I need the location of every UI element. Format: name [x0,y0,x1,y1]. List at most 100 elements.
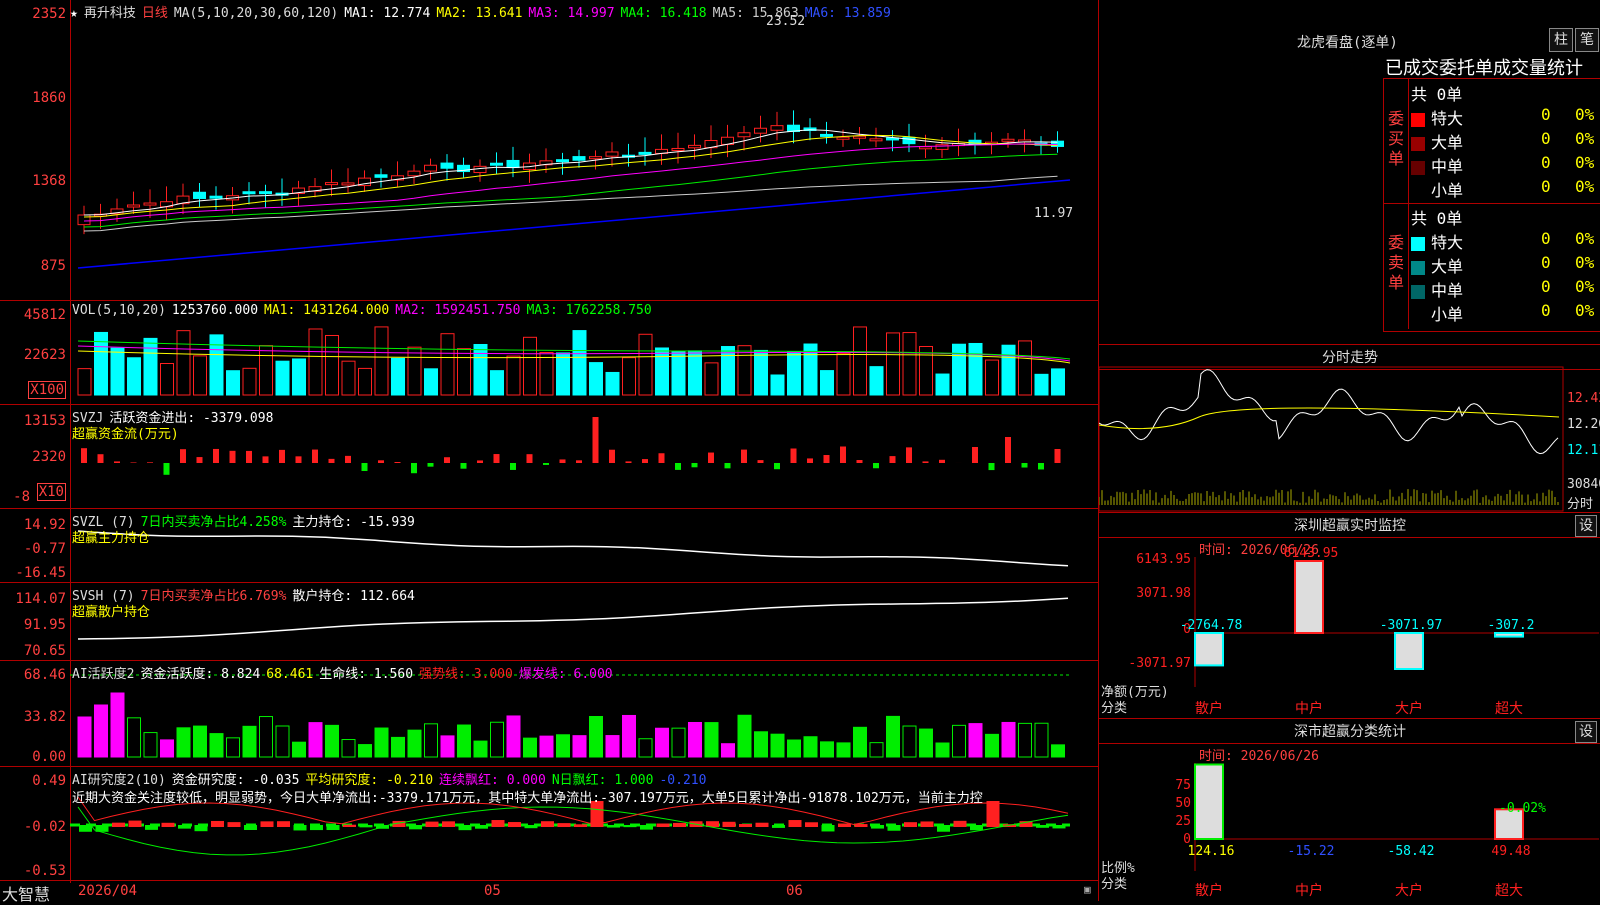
volume-bar [887,333,900,395]
candle-body [936,145,948,150]
ai1-bar [738,715,751,757]
volume-bar [342,361,355,395]
row-label: 小单 [1431,181,1463,200]
sz-axis-label: 3071.98 [1136,586,1191,601]
ai1-bar [557,735,570,757]
ai1-bar [128,718,141,757]
candle-pane[interactable]: 2352 1860 1368 875 ★再升科技日线MA(5,10,20,30,… [0,0,1098,300]
candle-body [210,196,222,198]
ss-category: 大户 [1395,882,1423,899]
candle-body [342,183,354,185]
sz-xlabel: 分类 [1101,697,1127,716]
svzl-pane[interactable]: 14.92 -0.77 -16.45 SVZL (7)7日内买卖净占比4.258… [0,508,1098,583]
bar-mode-button[interactable]: 柱 [1549,28,1573,52]
ai1-bar [441,736,454,757]
intraday-panel[interactable]: 分时走势 12.42 12.26 12.11 30840 分时 [1098,344,1600,513]
svzj-bar [939,460,945,463]
intraday-price-label: 12.42 [1567,391,1600,406]
candle-body [920,147,932,149]
ai2-bar [723,822,736,827]
volume-bar [903,333,916,395]
ai1-bar [590,717,603,757]
volume-bar [557,353,570,395]
sz-bar-value: -3071.97 [1380,618,1443,633]
ai1-label: AI活跃度2 [72,667,134,682]
brand-label[interactable]: 大智慧 [2,881,50,905]
ss-stats-panel[interactable]: 深市超赢分类统计 设 时间: 2026/06/26 7550250124.16散… [1098,718,1600,901]
sell-row: 小单 [1431,301,1463,325]
svzl-pct: 7日内买卖净占比4.258% [141,515,287,530]
intraday-avg-line [1099,408,1559,429]
ai2-bar [888,825,901,831]
svzj-bar [692,463,698,467]
ai2-bar [954,821,967,827]
volume-bar [194,356,207,395]
svzj-bar [758,460,764,463]
buy-pct: 0% [1575,153,1594,172]
svzj-bar [873,463,879,468]
star-icon[interactable]: ★ [70,6,78,21]
svzj-sub: 超赢资金流(万元) [72,423,179,442]
candle-body [375,175,387,178]
buy-pct: 0% [1575,177,1594,196]
intraday-chart[interactable] [1099,345,1600,513]
lock-icon[interactable]: ▣ [1084,883,1091,896]
ai2-bar [1053,825,1066,828]
svsh-pane[interactable]: 114.07 91.95 70.65 SVSH (7)7日内买卖净占比6.769… [0,582,1098,661]
volume-bar [573,331,586,395]
svzj-pane[interactable]: 13153 2320 -8 X10 SVZJ活跃资金进出: -3379.098 … [0,404,1098,509]
ai1-bar [161,740,174,757]
candlestick-chart[interactable] [0,0,1098,300]
ai2-bar [475,825,488,829]
volume-bar [210,335,223,395]
volume-bar [359,368,372,395]
svzj-bar [824,455,830,463]
date-label: 2026/04 [78,883,137,899]
sz-category: 超大 [1495,701,1523,717]
ma-line [84,135,1058,217]
ai1-bar [144,733,157,757]
sz-monitor-chart[interactable]: 6143.953071.980-3071.97-2764.78散户6143.95… [1099,513,1600,719]
ai1-bar [672,728,685,757]
svsh-sub: 超赢散户持仓 [72,601,150,620]
volume-bar [870,367,883,395]
volume-bar [788,352,801,395]
ai2-bar [492,820,505,827]
ai-activity-pane[interactable]: 68.46 33.82 0.00 AI活跃度2资金活跃度: 8.82468.46… [0,660,1098,767]
ai2-bar [970,825,983,830]
svzj-bar [345,456,351,463]
volume-bar [623,358,636,395]
ai2-bar [871,825,884,829]
volume-bar [639,334,652,395]
ai1-bar [903,726,916,757]
stock-name[interactable]: 再升科技 [84,6,136,21]
tick-mode-button[interactable]: 笔 [1575,28,1599,52]
period-label[interactable]: 日线 [142,6,168,21]
svzj-bar [626,461,632,463]
svzj-bar [989,463,995,470]
ai1-bar [788,740,801,757]
ai2-bar [838,824,851,827]
ai1-bar [194,726,207,757]
intraday-price-label: 12.11 [1567,443,1600,458]
volume-bar [590,363,603,395]
sz-monitor-panel[interactable]: 深圳超赢实时监控 设 时间: 2026/06/26 6143.953071.98… [1098,512,1600,719]
svzj-bar [807,458,813,463]
sz-bar-value: -307.2 [1488,618,1535,633]
ai-research-pane[interactable]: 0.49 -0.02 -0.53 AI研究度2(10)资金研究度: -0.035… [0,766,1098,883]
volume-pane[interactable]: 45812 22623 X100 VOL(5,10,20)1253760.000… [0,300,1098,405]
vol-legend: VOL(5,10,20)1253760.000MA1: 1431264.000M… [72,303,658,318]
buy-row: 中单 [1411,153,1463,177]
volume-bar [771,375,784,395]
volume-bar [491,371,504,395]
svzj-bar [395,462,401,463]
svsh-hold: 散户持仓: 112.664 [292,589,414,604]
volume-bar [474,344,487,395]
volume-bar [689,351,702,395]
buy-row: 特大 [1411,105,1463,129]
sell-section: 委卖单 共 0单 特大 大单 中单 小单 0 0 0 0 0% 0% 0% 0% [1384,203,1600,329]
ai1-bar [936,743,949,757]
sell-val: 0 [1541,229,1551,248]
ai1-bar [507,716,520,757]
row-label: 中单 [1431,157,1463,176]
